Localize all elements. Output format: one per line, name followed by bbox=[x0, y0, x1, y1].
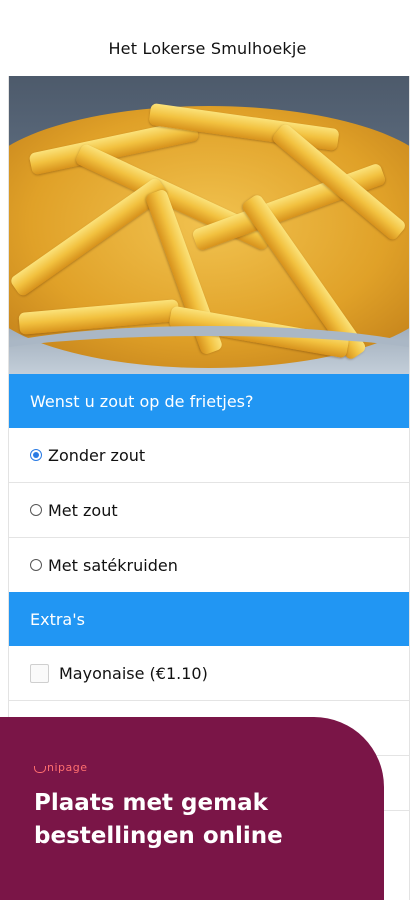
promo-banner: nipage Plaats met gemak bestellingen onl… bbox=[0, 717, 384, 900]
app-header: Het Lokerse Smulhoekje bbox=[0, 0, 415, 76]
extras-section-header: Extra's bbox=[9, 592, 409, 646]
salt-section-title: Wenst u zout op de frietjes? bbox=[30, 391, 254, 411]
brand-name: nipage bbox=[47, 761, 88, 774]
option-label: Met zout bbox=[48, 500, 118, 520]
option-zonder-zout[interactable]: Zonder zout bbox=[9, 428, 409, 483]
salt-section-header: Wenst u zout op de frietjes? bbox=[9, 374, 409, 428]
radio-icon[interactable] bbox=[30, 504, 42, 516]
radio-selected-icon[interactable] bbox=[30, 449, 42, 461]
brand-logo: nipage bbox=[34, 761, 88, 774]
extras-section-title: Extra's bbox=[30, 609, 85, 629]
unipage-logo-icon bbox=[34, 766, 46, 773]
page-title: Het Lokerse Smulhoekje bbox=[108, 38, 307, 58]
option-met-satekruiden[interactable]: Met satékruiden bbox=[9, 538, 409, 592]
option-label: Zonder zout bbox=[48, 445, 146, 465]
checkbox-icon[interactable] bbox=[30, 663, 49, 683]
fries-photo bbox=[9, 76, 409, 374]
banner-headline: Plaats met gemak bestellingen online bbox=[34, 790, 283, 849]
option-label: Met satékruiden bbox=[48, 555, 178, 575]
extra-mayonaise[interactable]: Mayonaise (€1.10) bbox=[9, 646, 409, 701]
extra-label: Mayonaise (€1.10) bbox=[59, 663, 208, 683]
radio-icon[interactable] bbox=[30, 559, 42, 571]
option-met-zout[interactable]: Met zout bbox=[9, 483, 409, 538]
